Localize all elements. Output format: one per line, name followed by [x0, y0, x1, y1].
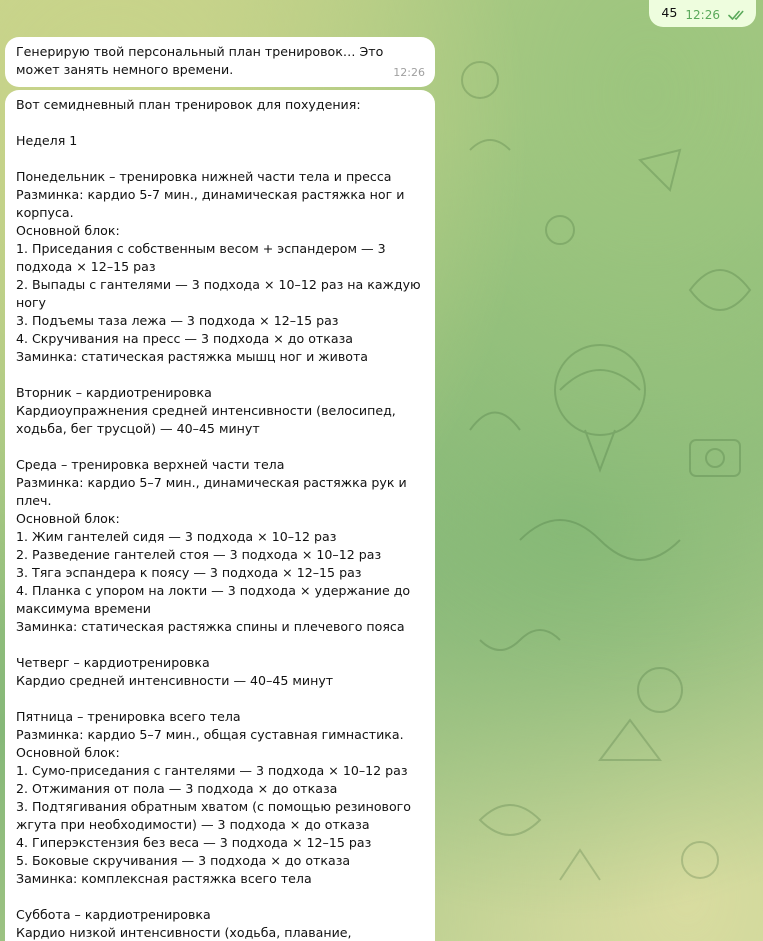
workout-plan-line: 5. Боковые скручивания — 3 подхода × до …: [16, 853, 351, 868]
workout-plan-line: 2. Выпады с гантелями — 3 подхода × 10–1…: [16, 277, 425, 310]
workout-plan-line: 1. Жим гантелей сидя — 3 подхода × 10–12…: [16, 529, 337, 544]
workout-plan-line: 3. Тяга эспандера к поясу — 3 подхода × …: [16, 565, 362, 580]
workout-plan-line: Четверг – кардиотренировка: [16, 655, 210, 670]
workout-plan-line: [16, 150, 425, 168]
workout-plan-text: Вот семидневный план тренировок для поху…: [16, 96, 425, 941]
workout-plan-line: [16, 438, 425, 456]
workout-plan-line: Кардиоупражнения средней интенсивности (…: [16, 403, 400, 436]
workout-plan-line: Основной блок:: [16, 511, 120, 526]
double-check-icon: [728, 10, 744, 20]
workout-plan-line: Вторник – кардиотренировка: [16, 385, 212, 400]
workout-plan-line: Кардио средней интенсивности — 40–45 мин…: [16, 673, 334, 688]
incoming-message-text: Генерирую твой персональный план трениро…: [16, 44, 384, 77]
workout-plan-line: Разминка: кардио 5-7 мин., динамическая …: [16, 187, 409, 220]
workout-plan-line: Среда – тренировка верхней части тела: [16, 457, 285, 472]
workout-plan-line: Кардио низкой интенсивности (ходьба, пла…: [16, 925, 352, 940]
workout-plan-line: 3. Подтягивания обратным хватом (с помощ…: [16, 799, 415, 832]
incoming-message-generating[interactable]: Генерирую твой персональный план трениро…: [5, 37, 435, 87]
workout-plan-line: [16, 888, 425, 906]
workout-plan-line: Разминка: кардио 5–7 мин., динамическая …: [16, 475, 411, 508]
workout-plan-line: [16, 690, 425, 708]
workout-plan-line: 2. Отжимания от пола — 3 подхода × до от…: [16, 781, 338, 796]
workout-plan-line: 3. Подъемы таза лежа — 3 подхода × 12–15…: [16, 313, 339, 328]
workout-plan-line: Разминка: кардио 5–7 мин., общая суставн…: [16, 727, 404, 742]
workout-plan-line: Суббота – кардиотренировка: [16, 907, 211, 922]
workout-plan-line: 4. Гиперэкстензия без веса — 3 подхода ×…: [16, 835, 372, 850]
workout-plan-line: Заминка: статическая растяжка мышц ног и…: [16, 349, 369, 364]
workout-plan-line: [16, 114, 425, 132]
workout-plan-line: 4. Скручивания на пресс — 3 подхода × до…: [16, 331, 354, 346]
workout-plan-line: Пятница – тренировка всего тела: [16, 709, 241, 724]
workout-plan-line: Вот семидневный план тренировок для поху…: [16, 97, 361, 112]
workout-plan-line: 1. Сумо-приседания с гантелями — 3 подхо…: [16, 763, 408, 778]
workout-plan-line: Заминка: статическая растяжка спины и пл…: [16, 619, 405, 634]
incoming-message-workout-plan[interactable]: Вот семидневный план тренировок для поху…: [5, 90, 435, 941]
workout-plan-line: 4. Планка с упором на локти — 3 подхода …: [16, 583, 415, 616]
outgoing-message-text: 45: [661, 5, 678, 20]
workout-plan-line: Заминка: комплексная растяжка всего тела: [16, 871, 312, 886]
outgoing-message[interactable]: 45 12:26: [649, 0, 756, 27]
workout-plan-line: [16, 366, 425, 384]
incoming-message-time: 12:26: [393, 66, 425, 79]
outgoing-message-time: 12:26: [685, 8, 720, 22]
workout-plan-line: Неделя 1: [16, 133, 78, 148]
workout-plan-line: 2. Разведение гантелей стоя — 3 подхода …: [16, 547, 382, 562]
workout-plan-line: Понедельник – тренировка нижней части те…: [16, 169, 392, 184]
workout-plan-line: Основной блок:: [16, 745, 120, 760]
workout-plan-line: 1. Приседания с собственным весом + эспа…: [16, 241, 390, 274]
workout-plan-line: [16, 636, 425, 654]
workout-plan-line: Основной блок:: [16, 223, 120, 238]
